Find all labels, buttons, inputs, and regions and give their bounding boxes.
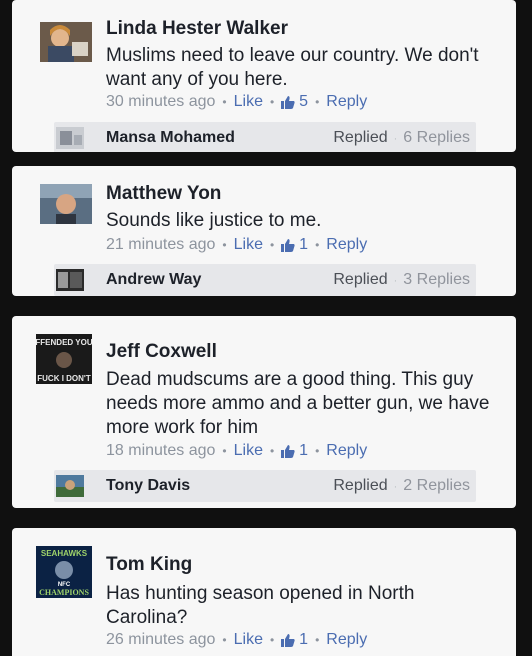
thumbs-up-icon	[281, 444, 295, 458]
reply-avatar	[56, 127, 84, 149]
thumbs-up-icon	[281, 95, 295, 109]
separator-dot: ·	[393, 133, 398, 145]
reply-button[interactable]: Reply	[326, 631, 367, 649]
replied-label: Replied	[333, 477, 388, 494]
comment-card: Linda Hester Walker Muslims need to leav…	[12, 0, 516, 152]
like-button[interactable]: Like	[234, 93, 263, 111]
comment-time[interactable]: 21 minutes ago	[106, 236, 215, 254]
separator-dot: •	[269, 444, 275, 458]
reply-status: Replied · 3 Replies	[333, 271, 470, 289]
reply-avatar	[56, 475, 84, 497]
avatar-text: CHAMPIONS	[39, 588, 89, 597]
avatar[interactable]	[40, 22, 92, 62]
like-count[interactable]: 1	[299, 442, 308, 460]
replies-count[interactable]: 3 Replies	[403, 271, 470, 288]
avatar[interactable]: SEAHAWKS NFC CHAMPIONS	[36, 546, 92, 598]
separator-dot: ·	[393, 275, 398, 287]
reply-button[interactable]: Reply	[326, 93, 367, 111]
replies-count[interactable]: 2 Replies	[403, 477, 470, 494]
reply-avatar	[56, 269, 84, 291]
comment-text: Has hunting season opened in North Carol…	[106, 583, 415, 628]
comment-card: Matthew Yon Sounds like justice to me. 2…	[12, 166, 516, 296]
comment-card: SEAHAWKS NFC CHAMPIONS Tom King Has hunt…	[12, 528, 516, 656]
like-button[interactable]: Like	[234, 442, 263, 460]
replies-preview[interactable]: Andrew Way Replied · 3 Replies	[54, 264, 476, 296]
comment-time[interactable]: 26 minutes ago	[106, 631, 215, 649]
avatar[interactable]: FFENDED YOU FUCK I DON'T	[36, 334, 92, 384]
replied-label: Replied	[333, 129, 388, 146]
replies-preview[interactable]: Mansa Mohamed Replied · 6 Replies	[54, 122, 476, 152]
replies-count[interactable]: 6 Replies	[403, 129, 470, 146]
reply-author[interactable]: Mansa Mohamed	[106, 129, 235, 147]
comment-text: Dead mudscums are a good thing. This guy…	[106, 369, 490, 438]
reply-button[interactable]: Reply	[326, 442, 367, 460]
replied-label: Replied	[333, 271, 388, 288]
reply-status: Replied · 6 Replies	[333, 129, 470, 147]
separator-dot: •	[315, 633, 320, 647]
comment-meta: 21 minutes ago • Like • 1 • Reply	[106, 236, 367, 254]
separator-dot: •	[222, 633, 227, 647]
separator-dot: •	[315, 95, 320, 109]
avatar-text: FFENDED YOU	[36, 338, 92, 347]
separator-dot: •	[315, 444, 320, 458]
avatar[interactable]	[40, 184, 92, 224]
comment-time[interactable]: 18 minutes ago	[106, 442, 215, 460]
reply-button[interactable]: Reply	[326, 236, 367, 254]
comment-card: FFENDED YOU FUCK I DON'T Jeff Coxwell De…	[12, 316, 516, 508]
comment-author[interactable]: Matthew Yon	[106, 183, 221, 205]
avatar-text: SEAHAWKS	[41, 549, 88, 558]
like-button[interactable]: Like	[234, 236, 263, 254]
reply-author[interactable]: Andrew Way	[106, 271, 201, 289]
separator-dot: •	[222, 238, 227, 252]
comment-author[interactable]: Linda Hester Walker	[106, 18, 288, 40]
like-count[interactable]: 5	[299, 93, 308, 111]
separator-dot: •	[222, 444, 227, 458]
comment-author[interactable]: Tom King	[106, 554, 192, 576]
like-count[interactable]: 1	[299, 631, 308, 649]
separator-dot: •	[315, 238, 320, 252]
comment-author[interactable]: Jeff Coxwell	[106, 341, 217, 363]
like-button[interactable]: Like	[234, 631, 263, 649]
reply-status: Replied · 2 Replies	[333, 477, 470, 495]
separator-dot: •	[269, 95, 275, 109]
thumbs-up-icon	[281, 238, 295, 252]
reply-author[interactable]: Tony Davis	[106, 477, 190, 495]
comment-text: Muslims need to leave our country. We do…	[106, 45, 479, 90]
replies-preview[interactable]: Tony Davis Replied · 2 Replies	[54, 470, 476, 502]
comment-text: Sounds like justice to me.	[106, 210, 322, 231]
comment-meta: 18 minutes ago • Like • 1 • Reply	[106, 442, 367, 460]
comment-meta: 30 minutes ago • Like • 5 • Reply	[106, 93, 367, 111]
separator-dot: •	[269, 633, 275, 647]
comment-time[interactable]: 30 minutes ago	[106, 93, 215, 111]
separator-dot: •	[222, 95, 227, 109]
like-count[interactable]: 1	[299, 236, 308, 254]
avatar-text: FUCK I DON'T	[37, 374, 91, 383]
separator-dot: ·	[393, 481, 398, 493]
separator-dot: •	[269, 238, 275, 252]
comment-meta: 26 minutes ago • Like • 1 • Reply	[106, 631, 367, 649]
thumbs-up-icon	[281, 633, 295, 647]
